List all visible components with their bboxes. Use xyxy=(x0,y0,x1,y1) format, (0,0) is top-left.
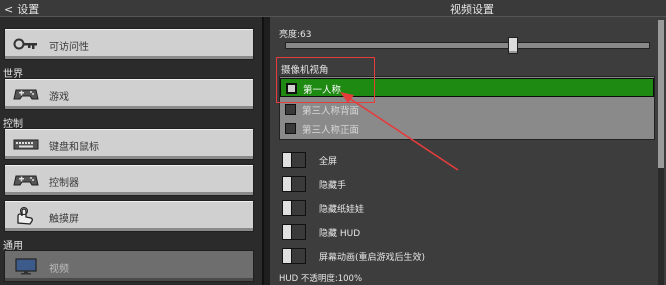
key-icon xyxy=(13,38,37,50)
toggle-label: 屏幕动画(重启游戏后生效) xyxy=(319,253,426,263)
sidebar-item-label: 可访问性 xyxy=(49,42,89,53)
sidebar-item-label: 键盘和鼠标 xyxy=(49,142,99,153)
toggle-knob xyxy=(283,225,292,239)
page-title: 视频设置 xyxy=(450,3,494,16)
toggle-label: 隐藏手 xyxy=(319,181,347,191)
camera-option-third-person-front[interactable]: 第三人称正面 xyxy=(280,119,654,138)
brightness-slider-thumb[interactable] xyxy=(508,37,518,54)
toggle-row-hide-paperdoll: 隐藏纸娃娃 xyxy=(279,200,649,218)
toggle-knob xyxy=(283,249,292,263)
toggle-knob xyxy=(283,153,292,167)
annotation-highlight-box xyxy=(276,57,375,103)
sidebar-item-game[interactable]: 游戏 xyxy=(4,78,254,110)
hide-hud-toggle[interactable] xyxy=(282,224,306,240)
sidebar-item-controller[interactable]: 控制器 xyxy=(4,164,254,196)
hide-paperdoll-toggle[interactable] xyxy=(282,200,306,216)
toggle-label: 全屏 xyxy=(319,157,338,167)
toggle-row-fullscreen: 全屏 xyxy=(279,152,649,170)
monitor-icon xyxy=(15,258,37,275)
screen-animations-toggle[interactable] xyxy=(282,248,306,264)
chevron-left-icon: < xyxy=(4,3,14,16)
controller-icon xyxy=(13,175,39,186)
toggle-label: 隐藏纸娃娃 xyxy=(319,205,365,215)
camera-option-label: 第三人称背面 xyxy=(302,106,360,117)
sidebar-item-touchscreen[interactable]: 触摸屏 xyxy=(4,200,254,232)
hud-opacity-label: HUD 不透明度:100% xyxy=(279,274,363,284)
sidebar-item-video[interactable]: 视频 xyxy=(4,250,254,282)
camera-option-label: 第三人称正面 xyxy=(302,125,360,136)
gamepad-icon xyxy=(13,89,39,100)
top-bar: < 设置 视频设置 xyxy=(0,0,666,17)
brightness-label: 亮度:63 xyxy=(279,30,312,40)
toggle-row-hide-hud: 隐藏 HUD xyxy=(279,224,649,242)
toggle-knob xyxy=(283,201,292,215)
hide-hand-toggle[interactable] xyxy=(282,176,306,192)
sidebar-item-label: 游戏 xyxy=(49,92,69,103)
keyboard-icon xyxy=(13,139,39,150)
scrollbar[interactable] xyxy=(658,20,664,285)
back-button[interactable]: < 设置 xyxy=(4,1,39,17)
touch-icon xyxy=(17,207,33,225)
sidebar-item-label: 触摸屏 xyxy=(49,214,79,225)
radio-unselected-icon xyxy=(285,123,296,134)
toggle-knob xyxy=(283,177,292,191)
radio-unselected-icon xyxy=(285,104,296,115)
back-button-label: 设置 xyxy=(17,3,40,16)
sidebar-item-label: 控制器 xyxy=(49,178,79,189)
brightness-slider[interactable] xyxy=(285,42,650,49)
sidebar-item-label: 视频 xyxy=(49,264,69,275)
sidebar-item-keyboard-mouse[interactable]: 键盘和鼠标 xyxy=(4,128,254,160)
scrollbar-thumb[interactable] xyxy=(658,20,664,168)
toggle-label: 隐藏 HUD xyxy=(319,229,361,239)
toggle-row-hide-hand: 隐藏手 xyxy=(279,176,649,194)
fullscreen-toggle[interactable] xyxy=(282,152,306,168)
toggle-row-screen-animations: 屏幕动画(重启游戏后生效) xyxy=(279,248,649,266)
sidebar-item-accessibility[interactable]: 可访问性 xyxy=(4,28,254,60)
